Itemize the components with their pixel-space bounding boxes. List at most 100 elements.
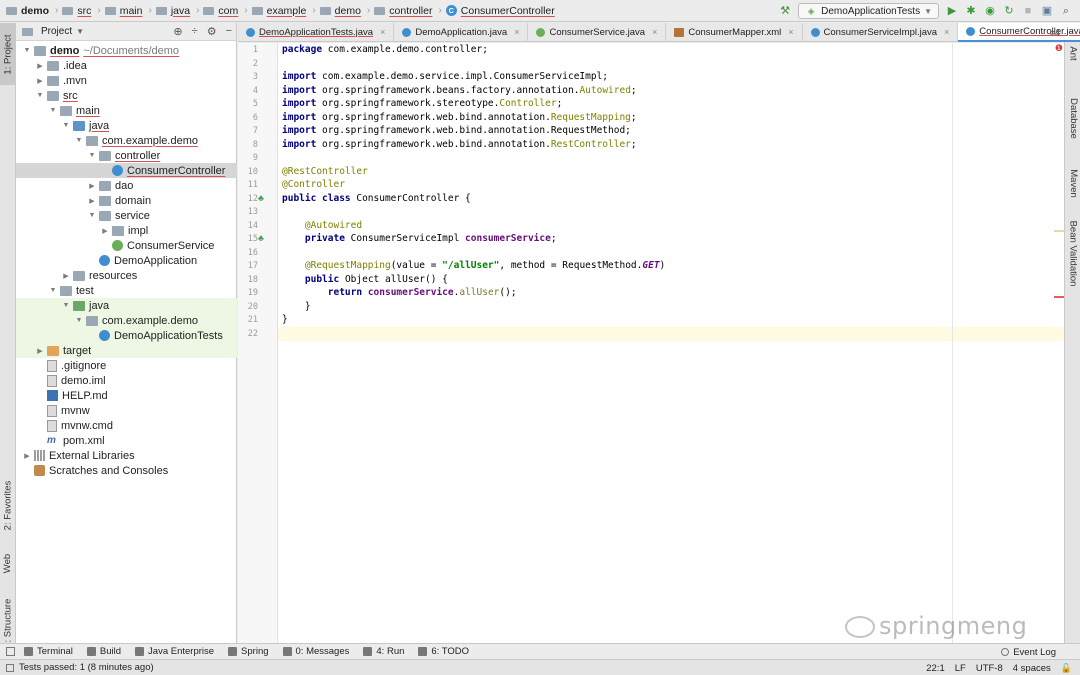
spring-bean-icon[interactable]: ♣: [258, 233, 270, 243]
expand-right-icon[interactable]: ▶: [100, 227, 110, 235]
code-line[interactable]: }: [282, 313, 288, 327]
build-hammer-icon[interactable]: ⚒: [779, 5, 791, 17]
expand-down-icon[interactable]: ▼: [61, 302, 71, 309]
code-line[interactable]: import org.springframework.stereotype.Co…: [282, 97, 562, 111]
expand-right-icon[interactable]: ▶: [35, 347, 45, 355]
tree-node[interactable]: ConsumerService: [16, 238, 237, 253]
coverage-icon[interactable]: ◉: [984, 5, 996, 17]
tab-favorites-tool[interactable]: 2: Favorites: [0, 475, 16, 535]
file-encoding[interactable]: UTF-8: [976, 663, 1003, 674]
tree-node[interactable]: demo.iml: [16, 373, 237, 388]
spring-bean-icon[interactable]: ♣: [258, 193, 270, 203]
code-line[interactable]: private ConsumerServiceImpl consumerServ…: [282, 232, 557, 246]
tree-node[interactable]: ▼ service: [16, 208, 237, 223]
bottom-tool-button[interactable]: 6: TODO: [418, 646, 469, 657]
lock-icon[interactable]: 🔓: [1061, 663, 1072, 674]
breadcrumb-item[interactable]: demo ›: [319, 0, 375, 22]
tree-node[interactable]: ▼ java: [16, 298, 237, 313]
code-line[interactable]: }: [282, 300, 311, 314]
tree-node[interactable]: ▼ src: [16, 88, 237, 103]
code-line[interactable]: @Autowired: [282, 219, 362, 233]
code-line[interactable]: @RestController: [282, 165, 368, 179]
code-line[interactable]: public class ConsumerController {: [282, 192, 471, 206]
bottom-tool-button[interactable]: 4: Run: [363, 646, 404, 657]
bottom-tool-button[interactable]: Java Enterprise: [135, 646, 214, 657]
close-icon[interactable]: ×: [380, 27, 385, 37]
code-line[interactable]: import org.springframework.beans.factory…: [282, 84, 637, 98]
expand-down-icon[interactable]: ▼: [35, 92, 45, 99]
tree-node[interactable]: ▶ impl: [16, 223, 237, 238]
breadcrumb-item[interactable]: controller ›: [374, 0, 446, 22]
tree-node[interactable]: ▼ com.example.demo: [16, 133, 237, 148]
tab-web-tool[interactable]: Web: [0, 543, 16, 583]
status-message[interactable]: Tests passed: 1 (8 minutes ago): [6, 662, 154, 673]
tree-node[interactable]: mvnw.cmd: [16, 418, 237, 433]
bottom-tool-button[interactable]: 0: Messages: [282, 646, 349, 657]
warning-mark[interactable]: [1054, 230, 1064, 232]
tree-node[interactable]: ▶ External Libraries: [16, 448, 237, 463]
editor-tab[interactable]: DemoApplication.java ×: [394, 22, 529, 42]
tree-node[interactable]: ▶ .idea: [16, 58, 237, 73]
tree-node[interactable]: ▶ dao: [16, 178, 237, 193]
expand-right-icon[interactable]: ▶: [35, 62, 45, 70]
tree-node[interactable]: ▼ test: [16, 283, 237, 298]
editor-tab[interactable]: ConsumerService.java ×: [528, 22, 667, 42]
breadcrumb-item[interactable]: demo ›: [6, 0, 62, 22]
expand-down-icon[interactable]: ▼: [48, 287, 58, 294]
expand-right-icon[interactable]: ▶: [35, 77, 45, 85]
tree-node[interactable]: HELP.md: [16, 388, 237, 403]
profile-icon[interactable]: ↻: [1003, 5, 1015, 17]
tree-node[interactable]: ▼ main: [16, 103, 237, 118]
tree-node[interactable]: m pom.xml: [16, 433, 237, 448]
tab-bean-validation-tool[interactable]: Bean Validation: [1065, 213, 1080, 293]
code-line[interactable]: public Object allUser() {: [282, 273, 448, 287]
expand-right-icon[interactable]: ▶: [87, 197, 97, 205]
bottom-tool-button[interactable]: Terminal: [24, 646, 73, 657]
breadcrumb-item[interactable]: main ›: [104, 0, 156, 22]
bottom-tool-button[interactable]: Build: [86, 646, 121, 657]
close-icon[interactable]: ×: [788, 27, 793, 37]
project-structure-icon[interactable]: ▣: [1041, 5, 1053, 17]
code-editor[interactable]: 1 2 3 4 5 6 7 8 9 10 11 12 ♣ 13 14 15 ♣ 16 17 18 19 20 21 22 pa…: [238, 43, 1064, 643]
code-line[interactable]: @Controller: [282, 178, 345, 192]
tree-node[interactable]: ▼ demo ~/Documents/demo: [16, 43, 237, 58]
caret-position[interactable]: 22:1: [926, 663, 945, 674]
project-panel-title[interactable]: Project: [41, 26, 72, 37]
inspection-status-icon[interactable]: ❶: [1055, 43, 1063, 54]
code-line[interactable]: import org.springframework.web.bind.anno…: [282, 111, 637, 125]
tree-node[interactable]: ▶ .mvn: [16, 73, 237, 88]
close-icon[interactable]: ×: [652, 27, 657, 37]
expand-right-icon[interactable]: ▶: [61, 272, 71, 280]
expand-right-icon[interactable]: ▶: [87, 182, 97, 190]
code-line[interactable]: @RequestMapping(value = "/allUser", meth…: [282, 259, 665, 273]
tree-node[interactable]: Scratches and Consoles: [16, 463, 237, 478]
editor-tab[interactable]: DemoApplicationTests.java ×: [238, 22, 395, 42]
tab-maven-tool[interactable]: Maven: [1065, 158, 1080, 208]
close-icon[interactable]: ×: [944, 27, 949, 37]
editor-tab[interactable]: ConsumerMapper.xml ×: [666, 22, 803, 42]
expand-down-icon[interactable]: ▼: [74, 137, 84, 144]
debug-icon[interactable]: ✱: [965, 5, 977, 17]
expand-right-icon[interactable]: ▶: [22, 452, 32, 460]
run-icon[interactable]: ▶: [946, 5, 958, 17]
breadcrumb-item[interactable]: C ConsumerController: [445, 0, 559, 22]
tab-database-tool[interactable]: Database: [1065, 83, 1080, 153]
chevron-down-icon[interactable]: ▼: [76, 27, 84, 36]
editor-tab[interactable]: ConsumerServiceImpl.java ×: [803, 22, 959, 42]
error-mark[interactable]: [1054, 296, 1064, 298]
gear-icon[interactable]: ⚙: [207, 25, 217, 38]
tree-node[interactable]: mvnw: [16, 403, 237, 418]
bottom-tool-button[interactable]: Spring: [228, 646, 269, 657]
code-line[interactable]: import org.springframework.web.bind.anno…: [282, 124, 631, 138]
tool-window-toggle-icon[interactable]: [6, 647, 15, 656]
expand-down-icon[interactable]: ▼: [22, 47, 32, 54]
breadcrumb-item[interactable]: example ›: [251, 0, 320, 22]
tree-node[interactable]: ▼ controller: [16, 148, 237, 163]
expand-down-icon[interactable]: ▼: [61, 122, 71, 129]
close-icon[interactable]: ×: [514, 27, 519, 37]
breadcrumb-item[interactable]: java ›: [155, 0, 204, 22]
error-stripe[interactable]: ❶: [1054, 43, 1064, 643]
indent-setting[interactable]: 4 spaces: [1013, 663, 1051, 674]
expand-down-icon[interactable]: ▼: [74, 317, 84, 324]
breadcrumb-item[interactable]: com ›: [203, 0, 251, 22]
